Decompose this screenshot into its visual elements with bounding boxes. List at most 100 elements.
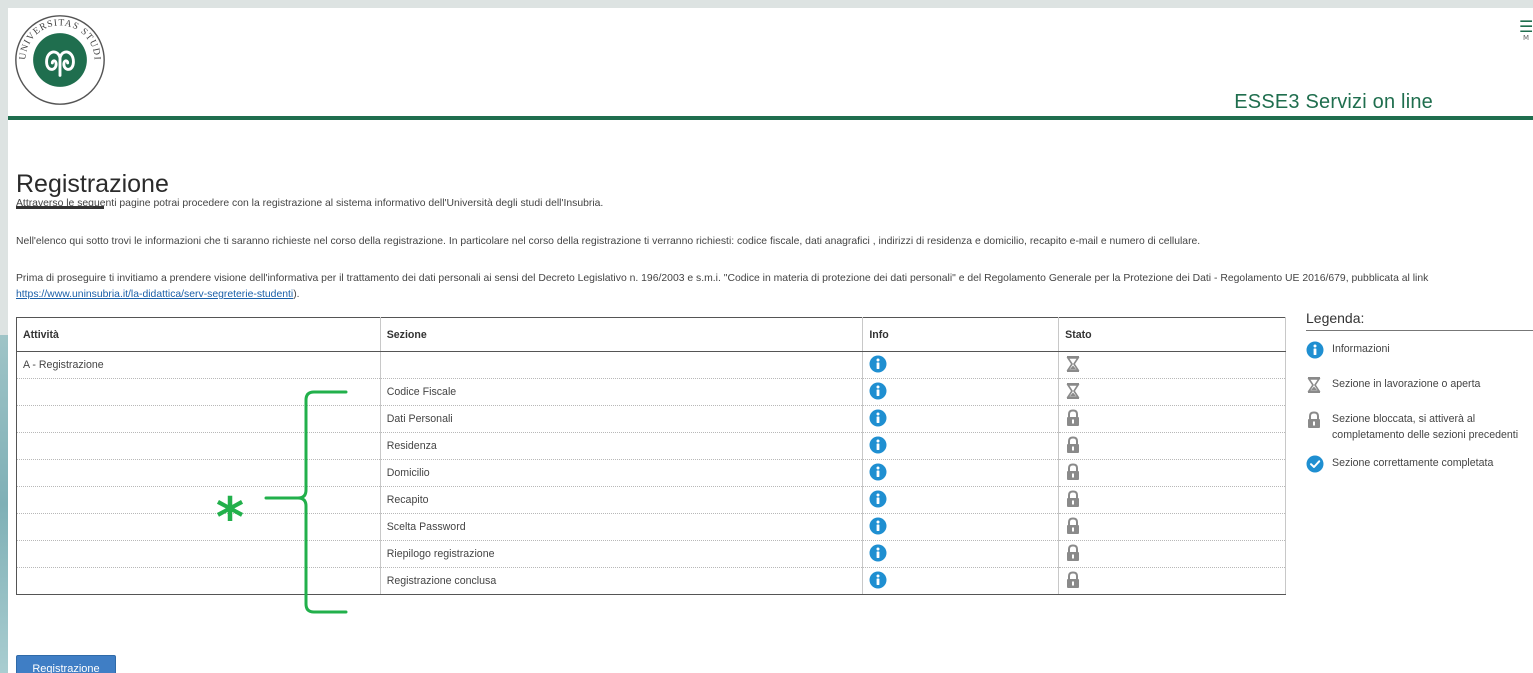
legend-item: Sezione correttamente completata <box>1306 455 1533 478</box>
table-body: A - Registrazione Codice Fiscale Dati Pers… <box>16 351 1286 595</box>
info-icon[interactable] <box>869 436 887 457</box>
legend-item: Sezione in lavorazione o aperta <box>1306 376 1533 399</box>
cell-attivita <box>16 513 381 541</box>
app-title: ESSE3 Servizi on line <box>1234 91 1433 113</box>
cell-stato <box>1058 513 1286 541</box>
cell-stato <box>1058 405 1286 433</box>
info-icon[interactable] <box>869 544 887 565</box>
cell-attivita <box>16 459 381 487</box>
menu-button[interactable]: ☰ M <box>1519 17 1533 43</box>
info-icon[interactable] <box>869 463 887 484</box>
table-row: Codice Fiscale <box>16 378 1286 406</box>
lock-icon <box>1065 435 1081 457</box>
table-row: Residenza <box>16 432 1286 460</box>
hourglass-icon <box>1065 355 1081 376</box>
registration-steps-table: Attività Sezione Info Stato A - Registra… <box>16 317 1286 595</box>
cell-info <box>862 378 1060 406</box>
lock-icon <box>1065 408 1081 430</box>
column-header-info: Info <box>862 317 1060 352</box>
legend-items: Informazioni Sezione in lavorazione o ape… <box>1306 341 1533 478</box>
legend-item-label: Sezione in lavorazione o aperta <box>1332 378 1481 390</box>
cell-attivita <box>16 432 381 460</box>
menu-icon: ☰ <box>1519 17 1533 36</box>
cell-sezione: Codice Fiscale <box>380 378 864 406</box>
page-title: Registrazione <box>16 170 169 198</box>
registrazione-button[interactable]: Registrazione <box>16 655 116 673</box>
table-row: Registrazione conclusa <box>16 567 1286 595</box>
table-row: A - Registrazione <box>16 351 1286 379</box>
table-row: Riepilogo registrazione <box>16 540 1286 568</box>
lock-icon <box>1306 411 1332 434</box>
info-icon[interactable] <box>869 490 887 511</box>
intro-paragraph-3: Prima di proseguire ti invitiamo a prend… <box>16 271 1516 303</box>
cell-stato <box>1058 567 1286 595</box>
cell-info <box>862 432 1060 460</box>
info-icon[interactable] <box>869 517 887 538</box>
university-logo: UNIVERSITAS STUDIORUM INSUBRIAE <box>12 12 105 105</box>
cell-sezione: Scelta Password <box>380 513 864 541</box>
info-icon[interactable] <box>869 409 887 430</box>
header: UNIVERSITAS STUDIORUM INSUBRIAE ☰ M ESSE… <box>8 8 1533 120</box>
legend-item-label: Sezione correttamente completata <box>1332 457 1494 469</box>
main-content: Registrazione Attraverso le seguenti pag… <box>16 120 1533 673</box>
info-icon[interactable] <box>869 382 887 403</box>
cell-info <box>862 540 1060 568</box>
cell-attivita <box>16 378 381 406</box>
lock-icon <box>1065 543 1081 565</box>
cell-attivita <box>16 405 381 433</box>
cell-stato <box>1058 486 1286 514</box>
cell-stato <box>1058 351 1286 379</box>
cell-attivita <box>16 540 381 568</box>
cell-info <box>862 459 1060 487</box>
cell-stato <box>1058 540 1286 568</box>
legend-item: Informazioni <box>1306 341 1533 364</box>
cell-attivita <box>16 486 381 514</box>
legend: Legenda: Informazioni Sezione in lavorazi… <box>1306 310 1533 490</box>
info-icon[interactable] <box>869 571 887 592</box>
lock-icon <box>1065 516 1081 538</box>
legend-item: Sezione bloccata, si attiverà al complet… <box>1306 411 1533 443</box>
cell-stato <box>1058 378 1286 406</box>
table-row: Scelta Password <box>16 513 1286 541</box>
cell-info <box>862 486 1060 514</box>
cell-sezione: Dati Personali <box>380 405 864 433</box>
lock-icon <box>1065 489 1081 511</box>
check-icon <box>1306 455 1332 478</box>
lock-icon <box>1065 570 1081 592</box>
cell-info <box>862 567 1060 595</box>
legend-item-label: Informazioni <box>1332 343 1390 355</box>
cell-sezione: Registrazione conclusa <box>380 567 864 595</box>
legend-title: Legenda: <box>1306 310 1533 331</box>
cell-sezione: Recapito <box>380 486 864 514</box>
cell-sezione: Riepilogo registrazione <box>380 540 864 568</box>
hourglass-icon <box>1065 382 1081 403</box>
lock-icon <box>1065 462 1081 484</box>
cell-info <box>862 351 1060 379</box>
cell-sezione: Residenza <box>380 432 864 460</box>
table-row: Domicilio <box>16 459 1286 487</box>
privacy-text: Prima di proseguire ti invitiamo a prend… <box>16 273 1429 284</box>
cell-stato <box>1058 459 1286 487</box>
cell-attivita <box>16 567 381 595</box>
info-icon[interactable] <box>869 355 887 376</box>
cell-sezione <box>380 351 864 379</box>
column-header-sezione: Sezione <box>380 317 864 352</box>
cell-attivita: A - Registrazione <box>16 351 381 379</box>
column-header-stato: Stato <box>1058 317 1286 352</box>
cell-info <box>862 405 1060 433</box>
cell-sezione: Domicilio <box>380 459 864 487</box>
cell-info <box>862 513 1060 541</box>
info-icon <box>1306 341 1332 364</box>
hourglass-icon <box>1306 376 1332 399</box>
column-header-attivita: Attività <box>16 317 381 352</box>
table-row: Dati Personali <box>16 405 1286 433</box>
cell-stato <box>1058 432 1286 460</box>
table-header-row: Attività Sezione Info Stato <box>16 317 1286 352</box>
page: UNIVERSITAS STUDIORUM INSUBRIAE ☰ M ESSE… <box>8 8 1533 673</box>
intro-paragraph-2: Nell'elenco qui sotto trovi le informazi… <box>16 236 1201 247</box>
intro-paragraph-1: Attraverso le seguenti pagine potrai pro… <box>16 198 604 209</box>
legend-item-label: Sezione bloccata, si attiverà al complet… <box>1332 413 1519 441</box>
privacy-text-end: ). <box>293 289 300 300</box>
privacy-link[interactable]: https://www.uninsubria.it/la-didattica/s… <box>16 289 293 300</box>
table-row: Recapito <box>16 486 1286 514</box>
